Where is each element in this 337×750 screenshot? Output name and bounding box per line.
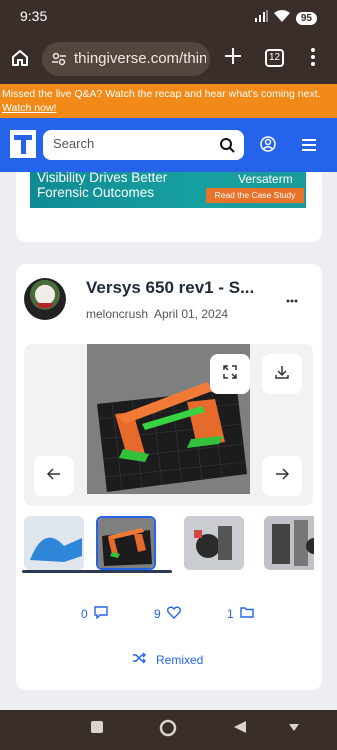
remixed-label: Remixed: [156, 652, 204, 667]
thing-card: Versys 650 rev1 - S... meloncrush April …: [16, 264, 322, 690]
banner-text: Missed the live Q&A? Watch the recap and…: [2, 88, 321, 100]
download-button[interactable]: [262, 354, 302, 394]
arrow-right-icon: [275, 467, 290, 485]
fullscreen-button[interactable]: [210, 354, 250, 394]
thing-title[interactable]: Versys 650 rev1 - S...: [86, 278, 254, 298]
likes-count: 9: [154, 607, 161, 621]
comments-count: 0: [81, 607, 88, 621]
banner-watch-link[interactable]: Watch now!: [2, 102, 56, 114]
ad-headline-1: Visibility Drives Better: [37, 172, 168, 185]
thingiverse-logo[interactable]: [10, 130, 36, 158]
ad-brand: Versaterm: [238, 172, 293, 186]
clock: 9:35: [20, 8, 48, 24]
search-input[interactable]: [53, 136, 213, 151]
thumbnail-scrollbar[interactable]: [22, 570, 172, 573]
image-viewer: [24, 344, 313, 506]
stats-row: 0 9 1: [16, 606, 322, 630]
site-settings-icon[interactable]: [52, 52, 66, 71]
user-icon[interactable]: [260, 136, 276, 157]
author-link[interactable]: meloncrush: [86, 307, 148, 321]
announcement-banner: Missed the live Q&A? Watch the recap and…: [0, 84, 337, 118]
avatar[interactable]: [24, 278, 66, 320]
arrow-left-icon: [46, 467, 61, 485]
heart-icon: [166, 606, 181, 622]
remixed-link[interactable]: Remixed: [132, 652, 203, 667]
ad-cta-button[interactable]: Read the Case Study: [206, 188, 304, 203]
previous-image-button[interactable]: [34, 456, 74, 496]
thumbnail[interactable]: [184, 516, 244, 570]
advertisement[interactable]: Visibility Drives Better Forensic Outcom…: [30, 172, 306, 208]
comments-stat[interactable]: 0: [81, 606, 108, 622]
likes-stat[interactable]: 9: [154, 606, 181, 622]
ad-headline-2: Forensic Outcomes: [37, 185, 155, 200]
thumbnail-strip: [24, 516, 314, 576]
back-icon[interactable]: [233, 720, 247, 739]
more-options-icon[interactable]: [286, 290, 298, 308]
next-image-button[interactable]: [262, 456, 302, 496]
collections-stat[interactable]: 1: [227, 606, 254, 621]
comment-icon: [93, 606, 108, 622]
search-box[interactable]: [43, 130, 244, 160]
download-icon: [275, 365, 289, 384]
status-bar: 9:35 95: [0, 0, 337, 32]
thumbnail-active[interactable]: [96, 516, 156, 570]
battery-indicator: 95: [295, 11, 317, 25]
signal-icon: [254, 9, 268, 27]
recent-apps-icon[interactable]: [90, 720, 104, 739]
home-icon[interactable]: [10, 48, 30, 68]
hamburger-menu-icon[interactable]: [302, 138, 316, 156]
shuffle-icon: [132, 652, 146, 667]
new-tab-icon[interactable]: [224, 47, 242, 70]
site-header: [0, 118, 337, 172]
tab-switcher-button[interactable]: 12: [265, 49, 284, 67]
url-text: thingiverse.com/thing: [74, 50, 206, 67]
system-nav-bar: [0, 710, 337, 750]
browser-menu-icon[interactable]: [310, 47, 316, 72]
ad-card: Visibility Drives Better Forensic Outcom…: [16, 172, 322, 242]
folder-icon: [239, 606, 254, 621]
collections-count: 1: [227, 606, 234, 621]
thumbnail[interactable]: [264, 516, 314, 570]
address-bar[interactable]: thingiverse.com/thing: [42, 42, 210, 76]
browser-toolbar: thingiverse.com/thing 12: [0, 32, 337, 84]
wifi-icon: [273, 9, 290, 27]
thumbnail[interactable]: [24, 516, 84, 570]
hide-keyboard-icon[interactable]: [287, 720, 301, 739]
expand-icon: [223, 364, 237, 384]
search-icon[interactable]: [219, 137, 235, 158]
home-circle-icon[interactable]: [159, 719, 177, 742]
publish-date: April 01, 2024: [154, 307, 229, 321]
